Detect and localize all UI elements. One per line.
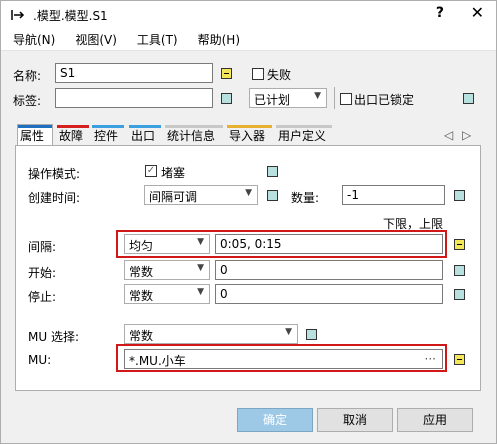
quantity-inherit-icon[interactable] — [454, 190, 465, 201]
tab-color-bar — [129, 125, 161, 128]
name-inherit-icon[interactable] — [221, 68, 232, 79]
tab-label: 统计信息 — [167, 129, 216, 143]
tab-exit[interactable]: 出口 — [129, 125, 161, 145]
tab-color-bar — [227, 125, 272, 128]
tab-color-bar — [18, 125, 52, 128]
source-object-icon — [9, 6, 27, 24]
tab-label: 导入器 — [229, 129, 266, 143]
menu-navigate[interactable]: 导航(N) — [1, 31, 65, 48]
start-distribution-select[interactable]: 常数 ▼ — [124, 260, 210, 280]
menu-bar: 导航(N) 视图(V) 工具(T) 帮助(H) — [1, 29, 496, 51]
quantity-label: 数量: — [291, 191, 320, 205]
failed-checkbox[interactable] — [252, 68, 264, 80]
chevron-down-icon: ▼ — [285, 327, 292, 337]
create-time-inherit-icon[interactable] — [267, 190, 278, 201]
name-label: 名称: — [13, 69, 42, 83]
name-input[interactable]: S1 — [55, 63, 213, 83]
title-bar: .模型.模型.S1 ? ✕ — [1, 1, 496, 29]
highlight-mu — [116, 344, 447, 372]
status-select[interactable]: 已计划 ▼ — [249, 88, 327, 108]
start-inherit-icon[interactable] — [454, 265, 465, 276]
separator — [334, 87, 335, 109]
tab-color-bar — [276, 125, 332, 128]
tab-controls[interactable]: 控件 — [92, 125, 124, 145]
exit-locked-checkbox[interactable] — [340, 93, 352, 105]
quantity-input[interactable]: -1 — [342, 185, 445, 205]
tab-next-icon[interactable]: ▷ — [462, 128, 471, 142]
tab-label: 故障 — [59, 129, 84, 143]
create-time-select[interactable]: 间隔可调 ▼ — [144, 185, 258, 205]
tab-importer[interactable]: 导入器 — [227, 125, 272, 145]
cancel-button[interactable]: 取消 — [317, 408, 393, 432]
chevron-down-icon: ▼ — [245, 188, 252, 198]
mu-select-inherit-icon[interactable] — [306, 329, 317, 340]
tab-label: 属性 — [20, 129, 45, 143]
mu-label: MU: — [28, 353, 52, 367]
status-select-value: 已计划 — [254, 93, 291, 107]
interval-label: 间隔: — [28, 240, 57, 254]
menu-tools[interactable]: 工具(T) — [127, 31, 188, 48]
start-input[interactable]: 0 — [215, 260, 443, 280]
stop-distribution-select[interactable]: 常数 ▼ — [124, 284, 210, 304]
stop-label: 停止: — [28, 290, 57, 304]
dialog-window: .模型.模型.S1 ? ✕ 导航(N) 视图(V) 工具(T) 帮助(H) 名称… — [0, 0, 497, 444]
exit-locked-inherit-icon[interactable] — [463, 93, 474, 104]
chevron-down-icon: ▼ — [197, 287, 204, 297]
stop-input[interactable]: 0 — [215, 284, 443, 304]
create-time-label: 创建时间: — [28, 191, 81, 205]
tag-input[interactable] — [55, 88, 213, 108]
mu-select-value: 常数 — [129, 329, 154, 343]
stop-inherit-icon[interactable] — [454, 289, 465, 300]
start-label: 开始: — [28, 266, 57, 280]
mu-inherit-icon[interactable] — [454, 354, 465, 365]
tab-label: 出口 — [131, 129, 156, 143]
blocking-checkbox[interactable]: ✓ — [145, 165, 157, 177]
chevron-down-icon: ▼ — [197, 263, 204, 273]
ok-button[interactable]: 确定 — [237, 408, 313, 432]
tab-user-defined[interactable]: 用户定义 — [276, 125, 332, 145]
failed-label: 失败 — [267, 68, 292, 82]
highlight-interval — [116, 230, 447, 258]
create-time-select-value: 间隔可调 — [149, 190, 198, 204]
tab-label: 控件 — [94, 129, 119, 143]
tab-attributes[interactable]: 属性 — [17, 124, 53, 146]
op-mode-label: 操作模式: — [28, 167, 81, 181]
menu-help[interactable]: 帮助(H) — [188, 31, 250, 48]
blocking-label: 堵塞 — [161, 166, 186, 180]
tag-inherit-icon[interactable] — [221, 93, 232, 104]
apply-button[interactable]: 应用 — [397, 408, 473, 432]
help-button[interactable]: ? — [436, 5, 444, 21]
tab-failures[interactable]: 故障 — [57, 125, 89, 145]
tab-statistics[interactable]: 统计信息 — [165, 125, 223, 145]
tab-label: 用户定义 — [278, 129, 327, 143]
chevron-down-icon: ▼ — [314, 91, 321, 101]
exit-locked-label: 出口已锁定 — [354, 93, 415, 107]
tag-label: 标签: — [13, 94, 42, 108]
menu-view[interactable]: 视图(V) — [65, 31, 127, 48]
stop-distribution-value: 常数 — [129, 289, 154, 303]
tab-color-bar — [165, 125, 223, 128]
window-title: .模型.模型.S1 — [33, 8, 108, 23]
interval-inherit-icon[interactable] — [454, 239, 465, 250]
tab-color-bar — [57, 125, 89, 128]
blocking-inherit-icon[interactable] — [267, 166, 278, 177]
start-distribution-value: 常数 — [129, 265, 154, 279]
mu-select-label: MU 选择: — [28, 330, 79, 344]
close-button[interactable]: ✕ — [471, 3, 484, 22]
tab-color-bar — [92, 125, 124, 128]
tab-prev-icon[interactable]: ◁ — [444, 128, 453, 142]
mu-select[interactable]: 常数 ▼ — [124, 324, 298, 344]
